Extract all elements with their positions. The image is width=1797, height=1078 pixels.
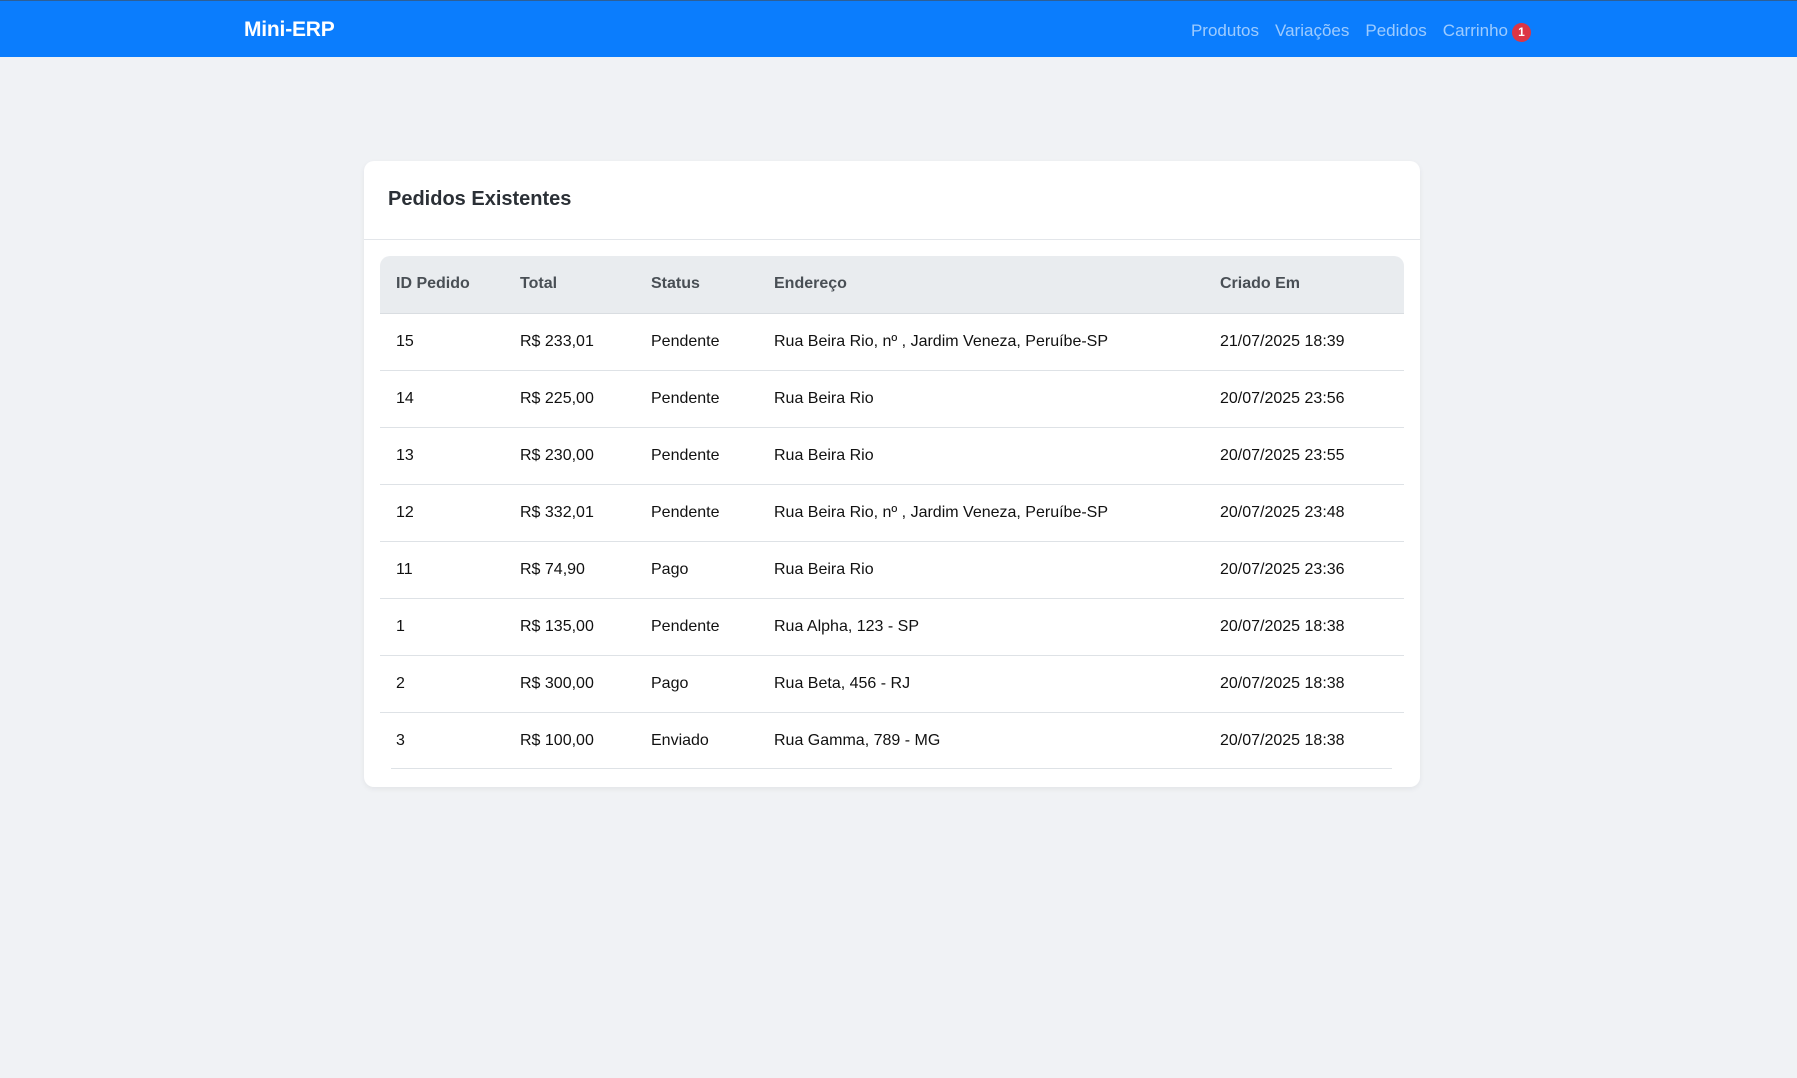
cell-address: Rua Beira Rio, nº , Jardim Veneza, Peruí… bbox=[758, 484, 1204, 542]
nav-link-carrinho[interactable]: Carrinho 1 bbox=[1443, 20, 1531, 42]
page-title: Pedidos Existentes bbox=[388, 188, 572, 210]
cell-order-id: 2 bbox=[380, 655, 504, 713]
cell-total: R$ 74,90 bbox=[504, 541, 635, 599]
orders-table: ID Pedido Total Status Endereço Criado E… bbox=[380, 256, 1404, 769]
table-row: 14 R$ 225,00 Pendente Rua Beira Rio 20/0… bbox=[380, 370, 1404, 428]
cell-created-at: 20/07/2025 18:38 bbox=[1204, 655, 1404, 713]
table-row: 13 R$ 230,00 Pendente Rua Beira Rio 20/0… bbox=[380, 427, 1404, 485]
table-row: 12 R$ 332,01 Pendente Rua Beira Rio, nº … bbox=[380, 484, 1404, 542]
cell-created-at: 20/07/2025 23:36 bbox=[1204, 541, 1404, 599]
cell-order-id: 11 bbox=[380, 541, 504, 599]
table-body: 15 R$ 233,01 Pendente Rua Beira Rio, nº … bbox=[380, 313, 1404, 769]
cell-created-at: 20/07/2025 23:55 bbox=[1204, 427, 1404, 485]
cell-order-id: 14 bbox=[380, 370, 504, 428]
brand-link[interactable]: Mini-ERP bbox=[244, 18, 335, 42]
cell-created-at: 20/07/2025 18:38 bbox=[1204, 598, 1404, 656]
cell-address: Rua Gamma, 789 - MG bbox=[774, 731, 941, 749]
cell-total: R$ 225,00 bbox=[504, 370, 635, 428]
cell-status: Pago bbox=[635, 541, 758, 599]
cell-total: R$ 135,00 bbox=[504, 598, 635, 656]
top-navbar: Mini-ERP Produtos Variações Pedidos Carr… bbox=[0, 0, 1797, 57]
nav-links: Produtos Variações Pedidos Carrinho 1 bbox=[1175, 20, 1531, 42]
cell-total: R$ 300,00 bbox=[504, 655, 635, 713]
nav-link-produtos[interactable]: Produtos bbox=[1191, 21, 1259, 41]
cell-created-at: 20/07/2025 18:38 bbox=[1220, 731, 1345, 749]
cell-total: R$ 100,00 bbox=[520, 731, 594, 749]
orders-table-wrapper: ID Pedido Total Status Endereço Criado E… bbox=[380, 256, 1404, 769]
table-row: 1 R$ 135,00 Pendente Rua Alpha, 123 - SP… bbox=[380, 598, 1404, 656]
nav-link-carrinho-label: Carrinho bbox=[1442, 21, 1508, 40]
cell-address: Rua Beta, 456 - RJ bbox=[758, 655, 1204, 713]
cell-address: Rua Beira Rio bbox=[758, 541, 1204, 599]
table-header-row: ID Pedido Total Status Endereço Criado E… bbox=[380, 256, 1404, 314]
column-header-address: Endereço bbox=[758, 256, 1204, 314]
column-header-created: Criado Em bbox=[1204, 256, 1404, 314]
card-header: Pedidos Existentes bbox=[364, 161, 1420, 240]
cell-total: R$ 230,00 bbox=[504, 427, 635, 485]
cell-address: Rua Beira Rio bbox=[758, 427, 1204, 485]
cell-status: Pendente bbox=[635, 370, 758, 428]
cell-created-at: 20/07/2025 23:56 bbox=[1204, 370, 1404, 428]
cell-status: Pendente bbox=[635, 427, 758, 485]
cell-address: Rua Beira Rio, nº , Jardim Veneza, Peruí… bbox=[758, 313, 1204, 371]
table-row: 3 R$ 100,00 Enviado Rua Gamma, 789 - MG … bbox=[380, 712, 1404, 769]
cell-total: R$ 233,01 bbox=[504, 313, 635, 371]
table-row: 11 R$ 74,90 Pago Rua Beira Rio 20/07/202… bbox=[380, 541, 1404, 599]
nav-link-pedidos[interactable]: Pedidos bbox=[1365, 21, 1426, 41]
cell-status: Pendente bbox=[635, 484, 758, 542]
cart-count-badge: 1 bbox=[1512, 23, 1531, 42]
cell-total: R$ 332,01 bbox=[504, 484, 635, 542]
table-head: ID Pedido Total Status Endereço Criado E… bbox=[380, 256, 1404, 314]
table-row: 15 R$ 233,01 Pendente Rua Beira Rio, nº … bbox=[380, 313, 1404, 371]
cell-status: Enviado bbox=[651, 731, 709, 749]
cell-status: Pago bbox=[635, 655, 758, 713]
cell-order-id: 12 bbox=[380, 484, 504, 542]
cell-order-id: 1 bbox=[380, 598, 504, 656]
table-row: 2 R$ 300,00 Pago Rua Beta, 456 - RJ 20/0… bbox=[380, 655, 1404, 713]
column-header-total: Total bbox=[504, 256, 635, 314]
cell-order-id: 15 bbox=[380, 313, 504, 371]
cell-created-at: 21/07/2025 18:39 bbox=[1204, 313, 1404, 371]
cell-address: Rua Beira Rio bbox=[758, 370, 1204, 428]
nav-link-variacoes[interactable]: Variações bbox=[1275, 21, 1349, 41]
column-header-id: ID Pedido bbox=[380, 256, 504, 314]
orders-card: Pedidos Existentes ID Pedido Total Statu… bbox=[364, 161, 1420, 787]
cell-address: Rua Alpha, 123 - SP bbox=[758, 598, 1204, 656]
cell-status: Pendente bbox=[635, 598, 758, 656]
column-header-status: Status bbox=[635, 256, 758, 314]
table-bottom-divider bbox=[391, 768, 1392, 769]
cell-order-id: 13 bbox=[380, 427, 504, 485]
cell-order-id: 3 bbox=[396, 731, 405, 749]
cell-created-at: 20/07/2025 23:48 bbox=[1204, 484, 1404, 542]
cell-status: Pendente bbox=[635, 313, 758, 371]
